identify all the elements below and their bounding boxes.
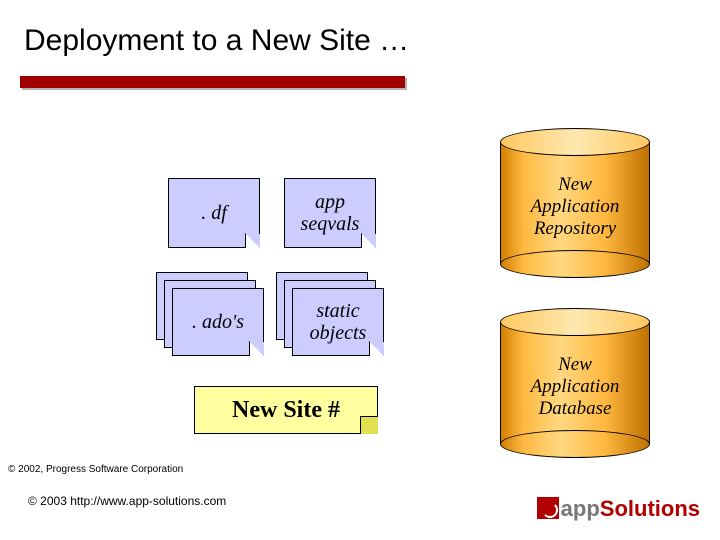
file-df-label: . df (169, 179, 259, 247)
logo-part2: Solutions (600, 496, 700, 521)
logo-icon (537, 497, 559, 519)
appsolutions-logo: appSolutions (537, 496, 700, 522)
file-ados: . ado's (172, 288, 264, 356)
cylinder-repository: New Application Repository (500, 128, 650, 278)
file-ados-label: . ado's (173, 289, 263, 355)
file-df: . df (168, 178, 260, 248)
title-underline (20, 76, 405, 88)
file-static: static objects (292, 288, 384, 356)
file-seqvals-label: app seqvals (285, 179, 375, 247)
file-seqvals: app seqvals (284, 178, 376, 248)
logo-part1: app (561, 496, 600, 521)
cylinder-database: New Application Database (500, 308, 650, 458)
footer-copyright-2: © 2003 http://www.app-solutions.com (28, 494, 226, 508)
slide-title: Deployment to a New Site … (24, 24, 409, 58)
sticky-label: New Site # (232, 397, 340, 424)
sticky-dogear-corner (360, 416, 378, 434)
cylinder-database-label: New Application Database (500, 354, 650, 420)
cylinder-repository-label: New Application Repository (500, 174, 650, 240)
footer-copyright-1: © 2002, Progress Software Corporation (8, 464, 183, 475)
file-static-label: static objects (293, 289, 383, 355)
sticky-new-site: New Site # (194, 386, 378, 434)
